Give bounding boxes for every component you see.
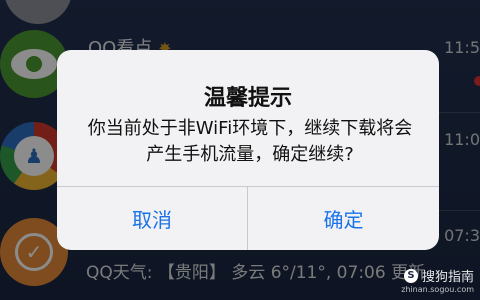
alert-message: 你当前处于非WiFi环境下，继续下载将会产生手机流量，确定继续? [87,118,413,165]
confirm-button[interactable]: 确定 [248,187,439,250]
alert-dialog: 温馨提示 你当前处于非WiFi环境下，继续下载将会产生手机流量，确定继续? 取消… [57,50,439,250]
watermark-url: zhinan.sogou.com [401,285,474,294]
watermark: S 搜狗指南 zhinan.sogou.com [401,266,474,294]
cancel-button[interactable]: 取消 [57,187,247,250]
alert-title: 温馨提示 [203,86,292,111]
sogou-logo-icon: S [403,268,418,283]
watermark-text: 搜狗指南 [421,270,474,285]
